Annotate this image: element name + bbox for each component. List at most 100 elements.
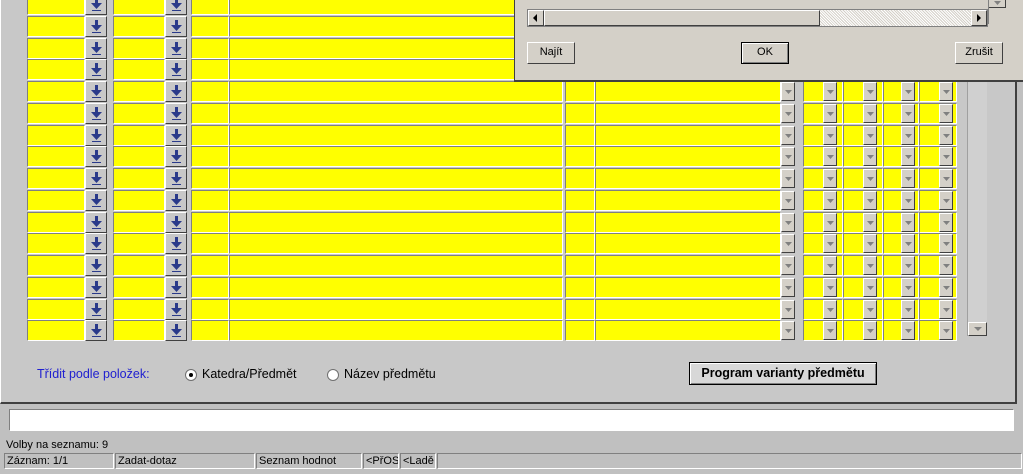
grid-cell[interactable]	[113, 15, 165, 37]
grid-cell[interactable]	[113, 81, 165, 102]
lookup-button[interactable]	[85, 211, 107, 233]
grid-cell[interactable]	[27, 276, 85, 298]
grid-cell[interactable]	[113, 298, 165, 320]
dropdown-button[interactable]	[939, 234, 953, 254]
dropdown-button[interactable]	[781, 190, 795, 210]
grid-cell[interactable]	[229, 298, 563, 320]
horizontal-scrollbar[interactable]	[527, 9, 988, 27]
scroll-left-button[interactable]	[528, 10, 544, 26]
dropdown-button[interactable]	[939, 277, 953, 297]
grid-cell[interactable]	[27, 59, 85, 81]
ok-button[interactable]: OK	[741, 42, 789, 64]
program-variant-button[interactable]: Program varianty předmětu	[689, 362, 877, 385]
lookup-button[interactable]	[165, 15, 187, 37]
dropdown-button[interactable]	[863, 190, 877, 210]
dropdown-button[interactable]	[781, 169, 795, 188]
dropdown-button[interactable]	[901, 82, 915, 101]
dropdown-button[interactable]	[823, 277, 837, 297]
grid-cell[interactable]	[27, 37, 85, 59]
dropdown-button[interactable]	[901, 125, 915, 145]
dropdown-button[interactable]	[823, 169, 837, 188]
grid-cell[interactable]	[565, 276, 595, 298]
dropdown-button[interactable]	[823, 321, 837, 341]
cancel-button[interactable]: Zrušit	[955, 42, 1003, 64]
dropdown-button[interactable]	[781, 321, 795, 341]
dropdown-button[interactable]	[823, 103, 837, 123]
lookup-button[interactable]	[165, 146, 187, 168]
grid-cell[interactable]	[229, 59, 563, 81]
dialog-list-scrollbar[interactable]	[988, 0, 1006, 24]
dropdown-button[interactable]	[939, 299, 953, 319]
grid-cell[interactable]	[27, 211, 85, 233]
dropdown-button[interactable]	[939, 125, 953, 145]
lookup-button[interactable]	[85, 276, 107, 298]
grid-cell[interactable]	[565, 124, 595, 146]
dropdown-button[interactable]	[863, 256, 877, 275]
dropdown-button[interactable]	[939, 321, 953, 341]
dropdown-button[interactable]	[901, 256, 915, 275]
lookup-button[interactable]	[165, 0, 187, 15]
lookup-button[interactable]	[165, 81, 187, 102]
grid-cell[interactable]	[229, 189, 563, 211]
grid-cell[interactable]	[595, 189, 781, 211]
lookup-button[interactable]	[85, 102, 107, 124]
grid-cell[interactable]	[113, 276, 165, 298]
lookup-button[interactable]	[85, 15, 107, 37]
grid-cell[interactable]	[27, 102, 85, 124]
grid-cell[interactable]	[229, 37, 563, 59]
grid-cell[interactable]	[229, 146, 563, 168]
grid-cell[interactable]	[27, 168, 85, 189]
grid-cell[interactable]	[113, 0, 165, 15]
dropdown-button[interactable]	[939, 103, 953, 123]
grid-cell[interactable]	[229, 233, 563, 255]
scroll-track[interactable]	[820, 10, 971, 26]
grid-cell[interactable]	[191, 59, 229, 81]
grid-cell[interactable]	[113, 146, 165, 168]
list-scroll-down-button[interactable]	[989, 0, 1006, 8]
dropdown-button[interactable]	[939, 169, 953, 188]
dropdown-button[interactable]	[781, 299, 795, 319]
dropdown-button[interactable]	[863, 234, 877, 254]
grid-cell[interactable]	[191, 0, 229, 15]
dropdown-button[interactable]	[901, 212, 915, 232]
dropdown-button[interactable]	[863, 277, 877, 297]
dropdown-button[interactable]	[939, 256, 953, 275]
grid-cell[interactable]	[191, 146, 229, 168]
grid-cell[interactable]	[595, 124, 781, 146]
dropdown-button[interactable]	[939, 190, 953, 210]
grid-cell[interactable]	[191, 276, 229, 298]
grid-cell[interactable]	[113, 211, 165, 233]
grid-cell[interactable]	[595, 146, 781, 168]
grid-cell[interactable]	[565, 211, 595, 233]
dropdown-button[interactable]	[781, 125, 795, 145]
dropdown-button[interactable]	[823, 212, 837, 232]
message-field[interactable]	[9, 409, 1014, 431]
grid-cell[interactable]	[113, 102, 165, 124]
grid-cell[interactable]	[191, 320, 229, 342]
lookup-button[interactable]	[85, 59, 107, 81]
grid-cell[interactable]	[113, 255, 165, 276]
grid-cell[interactable]	[27, 146, 85, 168]
dropdown-button[interactable]	[901, 234, 915, 254]
grid-cell[interactable]	[27, 320, 85, 342]
grid-cell[interactable]	[229, 15, 563, 37]
dropdown-button[interactable]	[863, 82, 877, 101]
grid-cell[interactable]	[191, 102, 229, 124]
grid-cell[interactable]	[27, 15, 85, 37]
lookup-button[interactable]	[85, 298, 107, 320]
grid-cell[interactable]	[595, 102, 781, 124]
grid-cell[interactable]	[27, 233, 85, 255]
grid-cell[interactable]	[27, 255, 85, 276]
grid-cell[interactable]	[229, 124, 563, 146]
grid-cell[interactable]	[229, 102, 563, 124]
lookup-button[interactable]	[165, 298, 187, 320]
dropdown-button[interactable]	[863, 169, 877, 188]
dropdown-button[interactable]	[781, 103, 795, 123]
dropdown-button[interactable]	[823, 234, 837, 254]
grid-cell[interactable]	[565, 168, 595, 189]
dropdown-button[interactable]	[863, 147, 877, 167]
dropdown-button[interactable]	[901, 190, 915, 210]
lookup-button[interactable]	[85, 146, 107, 168]
dropdown-button[interactable]	[863, 103, 877, 123]
dropdown-button[interactable]	[939, 82, 953, 101]
